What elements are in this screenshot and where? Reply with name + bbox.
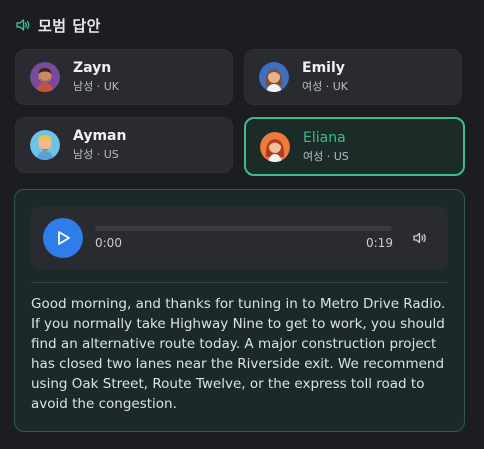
divider: [31, 282, 448, 283]
avatar: [260, 131, 290, 162]
play-button[interactable]: [43, 218, 83, 258]
voice-meta: 남성 · UK: [73, 80, 119, 93]
section-header: 모범 답안: [14, 14, 101, 36]
transcript-text: Good morning, and thanks for tuning in t…: [31, 296, 446, 412]
avatar: [30, 62, 60, 92]
total-time: 0:19: [366, 236, 393, 250]
volume-icon[interactable]: [412, 230, 428, 246]
voice-card-ayman[interactable]: Ayman 남성 · US: [15, 117, 233, 173]
voice-name: Zayn: [73, 60, 112, 76]
speaker-icon: [14, 16, 32, 34]
voice-name: Ayman: [73, 128, 127, 144]
avatar: [30, 130, 60, 160]
answer-panel: 0:00 0:19 Good morning, and thanks for t…: [14, 189, 465, 432]
voice-name: Eliana: [303, 129, 346, 146]
current-time: 0:00: [95, 236, 122, 250]
progress-track[interactable]: [95, 226, 392, 231]
voice-meta: 여성 · US: [303, 149, 349, 163]
voice-meta: 여성 · UK: [302, 80, 348, 93]
voice-name: Emily: [302, 60, 345, 76]
voice-meta: 남성 · US: [73, 148, 119, 161]
voice-card-emily[interactable]: Emily 여성 · UK: [244, 49, 462, 105]
audio-player: 0:00 0:19: [31, 206, 448, 270]
play-icon: [58, 231, 70, 245]
page-title: 모범 답안: [38, 16, 101, 35]
voice-card-zayn[interactable]: Zayn 남성 · UK: [15, 49, 233, 105]
voice-card-eliana[interactable]: Eliana 여성 · US: [244, 117, 465, 176]
avatar: [259, 62, 289, 92]
